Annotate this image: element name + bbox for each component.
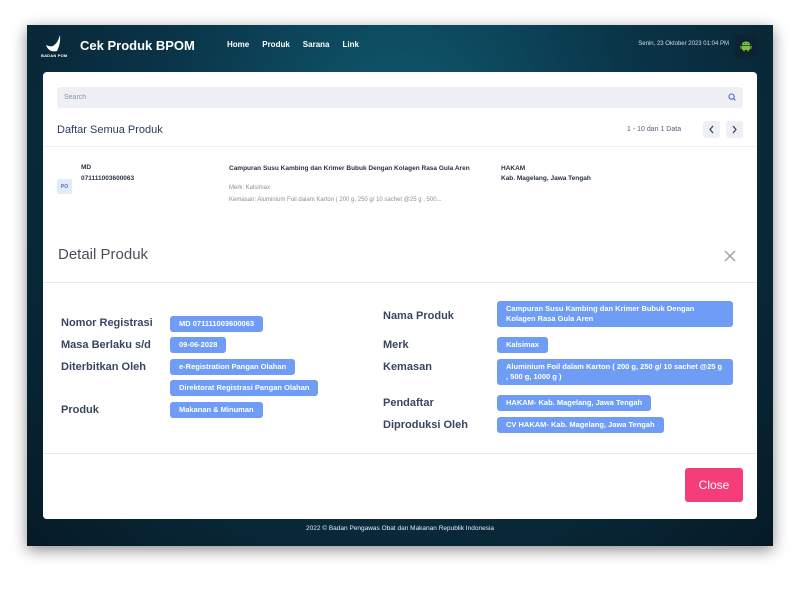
value-nama-produk: Campuran Susu Kambing dan Krimer Bubuk D… [497, 301, 733, 327]
label-merk: Merk [383, 339, 409, 351]
search-input[interactable] [57, 87, 743, 108]
pagination-info: 1 - 10 dari 1 Data [627, 126, 682, 133]
main-nav: Home Produk Sarana Link [227, 40, 359, 49]
divider [43, 282, 757, 283]
next-page-button[interactable] [726, 121, 743, 138]
android-icon [740, 41, 752, 52]
company-name: HAKAM [501, 165, 526, 172]
label-masa-berlaku: Masa Berlaku s/d [61, 339, 151, 351]
value-diterbitkan-oleh-1: e-Registration Pangan Olahan [170, 359, 296, 375]
divider [43, 146, 757, 147]
chevron-right-icon [732, 125, 737, 134]
android-app-button[interactable] [735, 35, 757, 57]
search-icon[interactable] [728, 93, 736, 101]
modal-title: Detail Produk [58, 246, 149, 263]
nav-link[interactable]: Link [342, 40, 358, 49]
nav-sarana[interactable]: Sarana [303, 40, 330, 49]
close-icon[interactable] [723, 249, 737, 263]
app-title[interactable]: Cek Produk BPOM [80, 38, 195, 53]
value-diproduksi-oleh: CV HAKAM- Kab. Magelang, Jawa Tengah [497, 417, 664, 433]
product-merk: Merk: Kalsimax [229, 185, 271, 191]
logo-text: BADAN POM [41, 53, 68, 58]
close-button[interactable]: Close [685, 468, 743, 502]
company-location: Kab. Magelang, Jawa Tengah [501, 175, 591, 182]
product-list-title: Daftar Semua Produk [57, 124, 163, 136]
value-pendaftar: HAKAM- Kab. Magelang, Jawa Tengah [497, 395, 652, 411]
chevron-left-icon [709, 125, 714, 134]
nav-produk[interactable]: Produk [262, 40, 290, 49]
top-navbar: BADAN POM Cek Produk BPOM Home Produk Sa… [27, 25, 773, 71]
label-nomor-registrasi: Nomor Registrasi [61, 317, 153, 329]
product-type-badge: PO [57, 179, 72, 194]
label-kemasan: Kemasan [383, 361, 432, 373]
label-pendaftar: Pendaftar [383, 397, 434, 409]
product-name: Campuran Susu Kambing dan Krimer Bubuk D… [229, 165, 470, 172]
app-window: BADAN POM Cek Produk BPOM Home Produk Sa… [27, 25, 773, 546]
main-card: Daftar Semua Produk 1 - 10 dari 1 Data P… [43, 72, 757, 519]
value-diterbitkan-oleh-2: Direktorat Registrasi Pangan Olahan [170, 380, 319, 396]
footer-copyright: 2022 © Badan Pengawas Obat dan Makanan R… [305, 525, 494, 532]
current-datetime: Senin, 23 Oktober 2023 01:04 PM [638, 41, 729, 47]
label-diterbitkan-oleh: Diterbitkan Oleh [61, 361, 146, 373]
value-kemasan: Aluminium Foil dalam Karton ( 200 g, 250… [497, 359, 733, 385]
divider [43, 453, 757, 454]
label-nama-produk: Nama Produk [383, 310, 454, 322]
nav-home[interactable]: Home [227, 40, 249, 49]
detail-modal: Detail Produk Nomor Registrasi MD 071111… [43, 230, 757, 519]
label-diproduksi-oleh: Diproduksi Oleh [383, 419, 468, 431]
prev-page-button[interactable] [703, 121, 720, 138]
product-kemasan: Kemasan: Aluminium Foil dalam Karton ( 2… [229, 197, 442, 203]
label-produk: Produk [61, 404, 99, 416]
registration-number: 071111003600063 [81, 175, 135, 182]
value-masa-berlaku: 09-06-2028 [170, 337, 227, 353]
value-merk: Kalsimax [497, 337, 548, 353]
value-nomor-registrasi: MD 071111003600063 [170, 316, 264, 332]
value-produk: Makanan & Minuman [170, 402, 263, 418]
company-info: HAKAM Kab. Magelang, Jawa Tengah [501, 164, 591, 184]
registration-prefix: MD [81, 164, 92, 171]
